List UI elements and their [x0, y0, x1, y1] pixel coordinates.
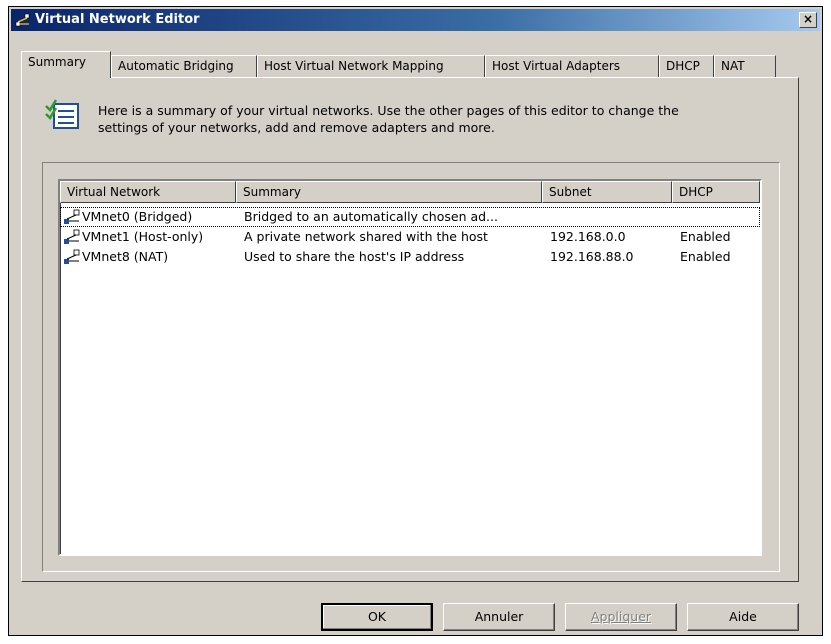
apply-button-label: Appliquer [590, 609, 652, 624]
tab-dhcp[interactable]: DHCP [659, 55, 714, 77]
network-adapter-icon [64, 229, 80, 244]
summary-panel: Here is a summary of your virtual networ… [21, 77, 799, 582]
apply-button[interactable]: Appliquer [565, 603, 677, 631]
network-adapter-icon [64, 209, 80, 224]
close-button[interactable]: × [799, 12, 817, 28]
cell-network: VMnet0 (Bridged) [82, 209, 193, 224]
virtual-network-editor-window: Virtual Network Editor × Summary Automat… [8, 6, 823, 636]
checklist-icon [45, 99, 79, 129]
cancel-button[interactable]: Annuler [443, 603, 555, 631]
cell-network: VMnet8 (NAT) [82, 249, 169, 264]
column-header-virtual-network[interactable]: Virtual Network [60, 181, 236, 203]
intro-text: Here is a summary of your virtual networ… [98, 102, 778, 136]
list-header: Virtual Network Summary Subnet DHCP [60, 181, 760, 203]
intro-line-2: settings of your networks, add and remov… [98, 120, 495, 135]
intro-line-1: Here is a summary of your virtual networ… [98, 103, 679, 118]
window-title: Virtual Network Editor [35, 12, 200, 27]
column-header-dhcp[interactable]: DHCP [672, 181, 760, 203]
cell-summary: A private network shared with the host [244, 229, 488, 244]
column-header-subnet[interactable]: Subnet [542, 181, 672, 203]
networks-group: Virtual Network Summary Subnet DHCP VMne… [42, 162, 780, 572]
network-icon [15, 13, 30, 27]
cell-summary: Used to share the host's IP address [244, 249, 465, 264]
network-adapter-icon [64, 249, 80, 264]
title-bar[interactable]: Virtual Network Editor × [11, 9, 820, 31]
tab-nat[interactable]: NAT [714, 55, 776, 77]
cell-dhcp: Enabled [680, 249, 731, 264]
cell-summary: Bridged to an automatically chosen ad... [244, 209, 498, 224]
help-button[interactable]: Aide [687, 603, 799, 631]
tab-host-virtual-network-mapping[interactable]: Host Virtual Network Mapping [257, 55, 485, 77]
table-row[interactable]: VMnet8 (NAT) Used to share the host's IP… [60, 247, 760, 267]
virtual-networks-list[interactable]: Virtual Network Summary Subnet DHCP VMne… [58, 179, 762, 556]
cell-dhcp: Enabled [680, 229, 731, 244]
tab-summary[interactable]: Summary [21, 51, 111, 78]
tab-host-virtual-adapters[interactable]: Host Virtual Adapters [485, 55, 659, 77]
cell-network: VMnet1 (Host-only) [82, 229, 204, 244]
table-row[interactable]: VMnet0 (Bridged) Bridged to an automatic… [60, 207, 760, 227]
ok-button[interactable]: OK [321, 603, 433, 631]
table-row[interactable]: VMnet1 (Host-only) A private network sha… [60, 227, 760, 247]
cell-subnet: 192.168.0.0 [550, 229, 626, 244]
tab-automatic-bridging[interactable]: Automatic Bridging [111, 55, 257, 77]
cell-subnet: 192.168.88.0 [550, 249, 634, 264]
column-header-summary[interactable]: Summary [236, 181, 542, 203]
